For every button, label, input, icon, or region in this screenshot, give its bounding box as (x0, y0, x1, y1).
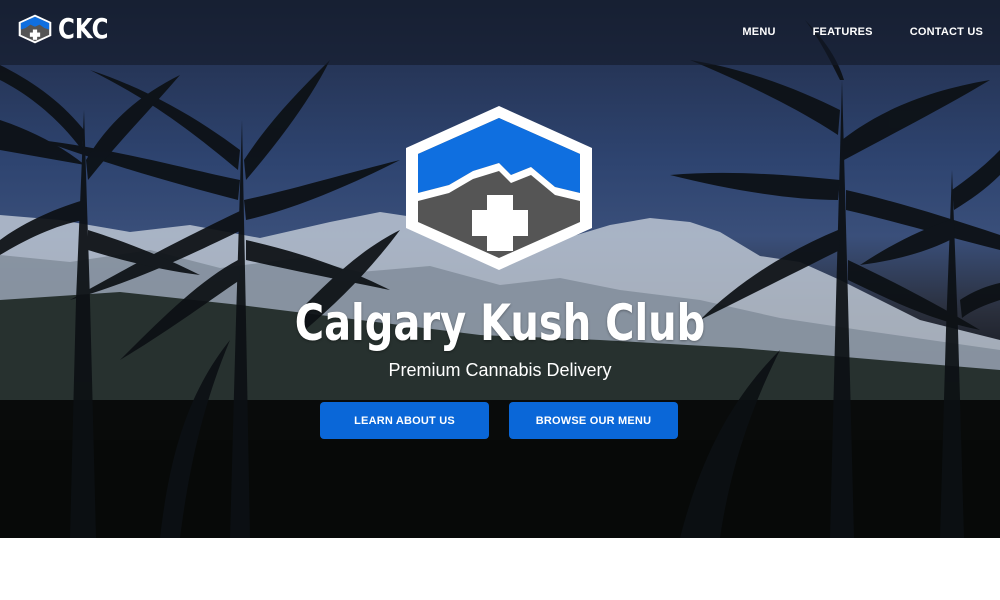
hero-section: CKC MENU FEATURES CONTACT US Calgary Kus… (0, 0, 1000, 538)
mountain-cross-hexagon-icon (406, 106, 592, 270)
browse-menu-button[interactable]: BROWSE OUR MENU (509, 402, 678, 439)
brand[interactable]: CKC (18, 12, 120, 46)
learn-about-us-button[interactable]: LEARN ABOUT US (320, 402, 489, 439)
navbar: CKC MENU FEATURES CONTACT US (0, 0, 1000, 65)
nav-link-menu[interactable]: MENU (742, 24, 775, 40)
hero-subtitle: Premium Cannabis Delivery (388, 360, 612, 380)
hero-title: Calgary Kush Club (294, 294, 706, 352)
nav-link-features[interactable]: FEATURES (813, 24, 873, 40)
brand-name: CKC (58, 12, 109, 45)
mountain-cross-hexagon-icon (18, 14, 52, 44)
nav-link-contact-us[interactable]: CONTACT US (910, 24, 983, 40)
nav-links: MENU FEATURES CONTACT US (705, 24, 983, 40)
content-section (0, 538, 1000, 600)
